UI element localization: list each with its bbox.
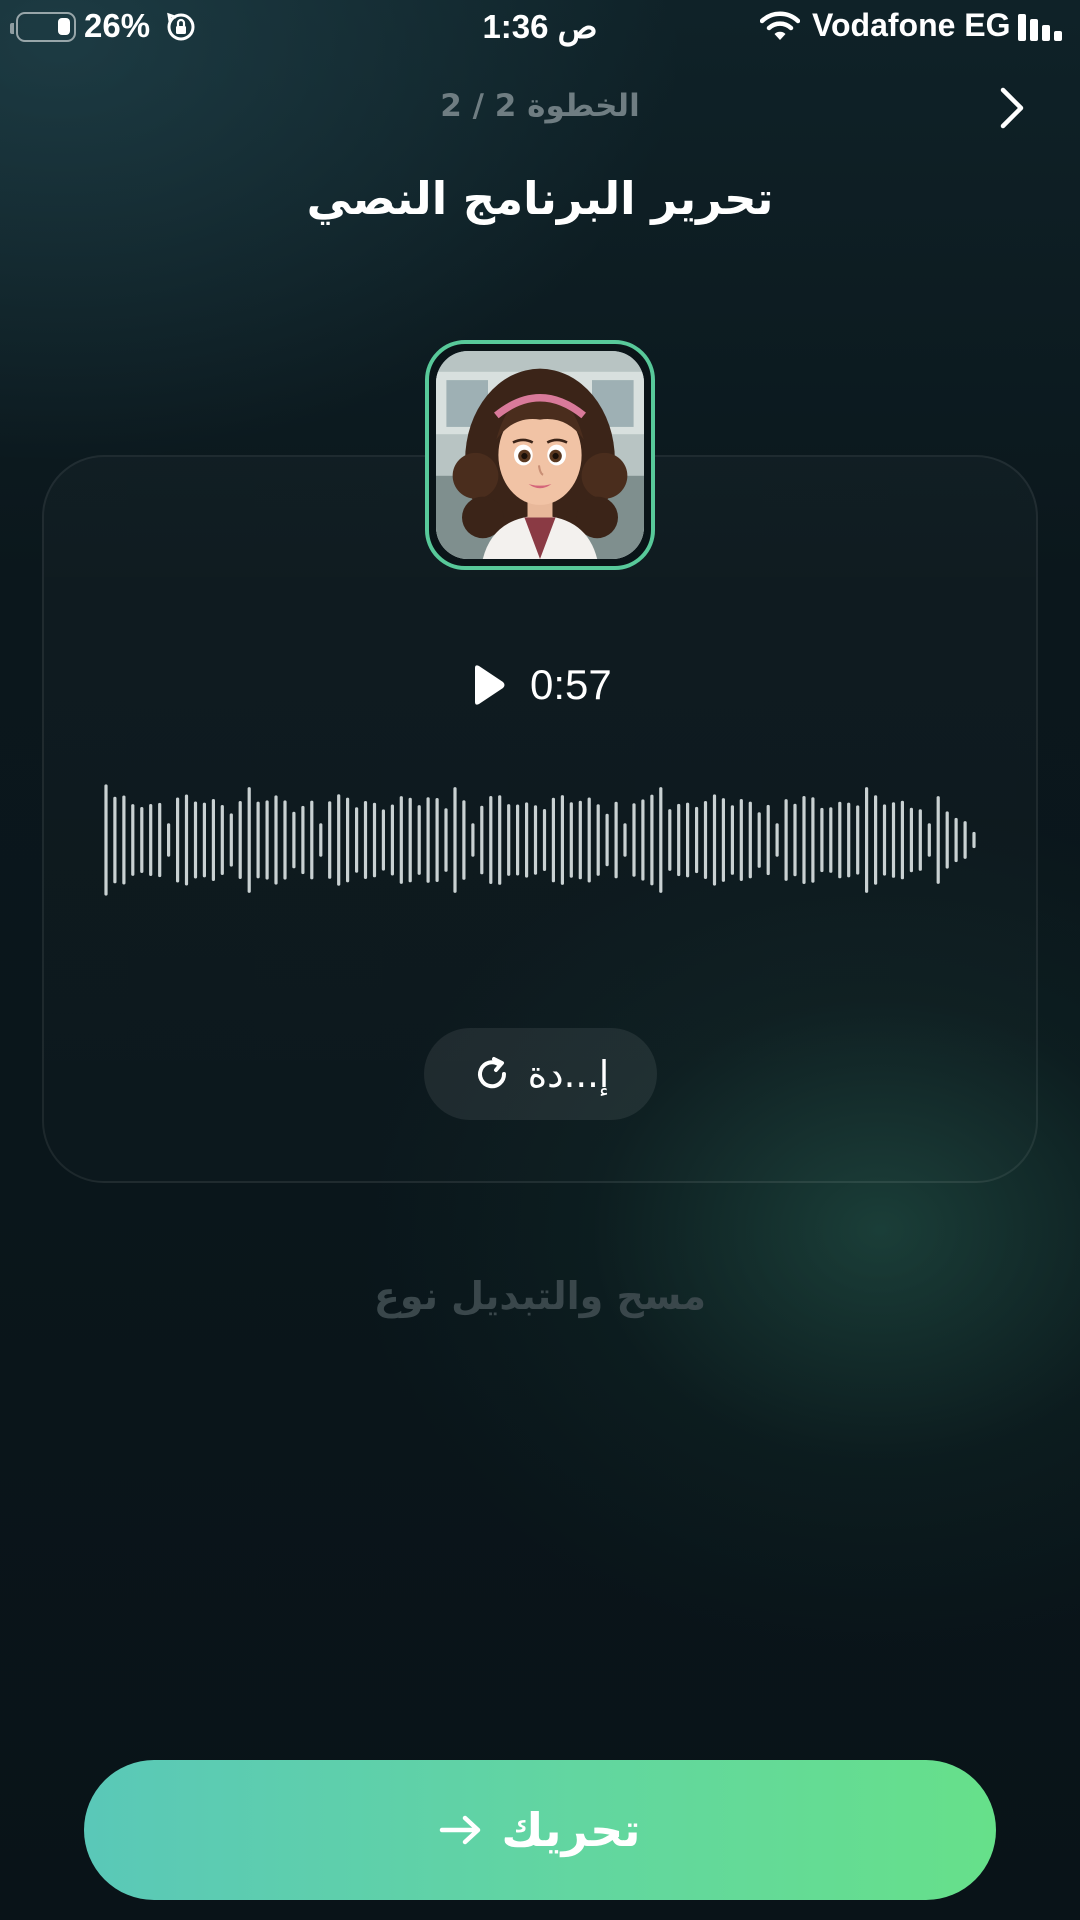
carrier-name: Vodafone EG bbox=[812, 7, 1011, 43]
animate-button-label: تحريك bbox=[501, 1803, 641, 1857]
play-icon[interactable] bbox=[470, 664, 506, 706]
status-bar: 26% 1:36 ص Vodafone EG bbox=[0, 0, 1080, 56]
audio-waveform[interactable] bbox=[100, 780, 980, 900]
audio-duration: 0:57 bbox=[530, 661, 612, 708]
wifi-icon bbox=[760, 11, 800, 40]
retry-label: إ...دة bbox=[527, 1052, 610, 1096]
page-title: تحرير البرنامج النصي bbox=[306, 172, 774, 225]
retry-button[interactable]: إ...دة bbox=[424, 1028, 657, 1120]
step-indicator: الخطوة 2 / 2 bbox=[440, 88, 640, 124]
animate-button[interactable]: تحريك bbox=[84, 1760, 996, 1900]
chevron-right-icon bbox=[1000, 87, 1024, 129]
audio-player: 0:57 bbox=[470, 660, 612, 710]
arrow-right-icon bbox=[440, 1815, 481, 1845]
back-button[interactable] bbox=[984, 80, 1040, 136]
signal-icon bbox=[1018, 14, 1062, 41]
avatar-image bbox=[436, 351, 644, 559]
refresh-icon bbox=[477, 1057, 506, 1089]
clear-and-switch-link[interactable]: مسح والتبديل نوع bbox=[0, 1274, 1080, 1318]
character-avatar bbox=[425, 340, 655, 570]
